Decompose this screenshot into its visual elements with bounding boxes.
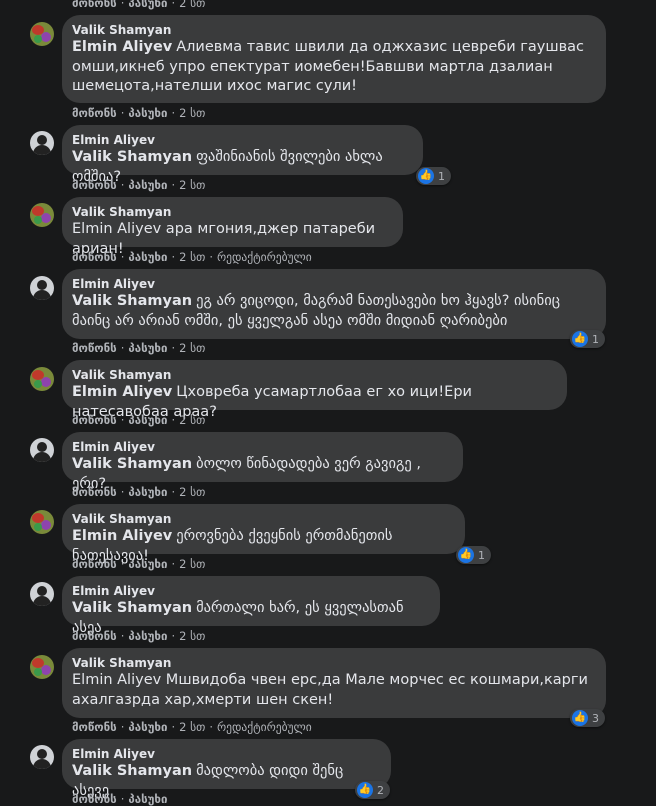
comment-actions: მოწონს · პასუხი · 2 სთ	[72, 557, 206, 571]
comment-author[interactable]: Elmin Aliyev	[72, 276, 594, 292]
comment-author[interactable]: Elmin Aliyev	[72, 439, 451, 455]
comment-time[interactable]: 2 სთ	[179, 485, 205, 499]
avatar[interactable]	[30, 22, 54, 46]
like-link[interactable]: მოწონს	[72, 0, 117, 10]
reply-link[interactable]: პასუხი	[128, 792, 167, 806]
mention-link[interactable]: Valik Shamyan	[72, 149, 192, 165]
comment-actions: მოწონს · პასუხი · 2 სთ	[72, 413, 206, 427]
like-link[interactable]: მოწონს	[72, 250, 117, 264]
comment-author[interactable]: Valik Shamyan	[72, 367, 555, 383]
comment-time[interactable]: 2 სთ	[179, 413, 205, 427]
avatar[interactable]	[30, 582, 54, 606]
like-link[interactable]: მოწონს	[72, 557, 117, 571]
comment-author[interactable]: Valik Shamyan	[72, 655, 594, 671]
comment-text: Elmin Aliyev Мшвидоба чвен ерс,да Мале м…	[72, 672, 588, 708]
comment-time[interactable]: 2 სთ	[179, 250, 205, 264]
mention-link[interactable]: Valik Shamyan	[72, 293, 192, 309]
avatar[interactable]	[30, 745, 54, 769]
avatar[interactable]	[30, 276, 54, 300]
like-link[interactable]: მოწონს	[72, 485, 117, 499]
avatar[interactable]	[30, 438, 54, 462]
comment-text: Valik Shamyan ეგ არ ვიცოდი, მაგრამ ნათესა…	[72, 293, 560, 329]
comment-bubble: Elmin Aliyev Valik Shamyan ფაშინიანის შვი…	[62, 125, 423, 185]
comment-thread: მოწონს · პასუხი · 2 სთ Valik Shamyan Elmin A…	[0, 0, 656, 806]
comment-time[interactable]: 2 სთ	[179, 629, 205, 643]
like-link[interactable]: მოწონს	[72, 178, 117, 192]
like-link[interactable]: მოწონს	[72, 629, 117, 643]
comment-bubble: Elmin Aliyev Valik Shamyan ეგ არ ვიცოდი, …	[62, 269, 606, 339]
avatar[interactable]	[30, 655, 54, 679]
comment-actions: მოწონს · პასუხი · 2 სთ	[72, 485, 206, 499]
comment-time[interactable]: 2 სთ	[179, 178, 205, 192]
reply-link[interactable]: პასუხი	[128, 178, 167, 192]
like-icon: 👍	[572, 710, 588, 726]
comment-bubble: Valik Shamyan Elmin Aliyev ара мгония,дж…	[62, 197, 403, 257]
comment-author[interactable]: Elmin Aliyev	[72, 583, 428, 599]
comment-text: Elmin Aliyev Алиевма тавис швили да оджха…	[72, 39, 585, 94]
reply-link[interactable]: პასუხი	[128, 0, 167, 10]
comment-actions: მოწონს · პასუხი · 2 სთ	[72, 341, 206, 355]
comment-bubble: Valik Shamyan Elmin Aliyev ეროვნება ქვეყნ…	[62, 504, 465, 564]
avatar[interactable]	[30, 203, 54, 227]
like-icon: 👍	[572, 331, 588, 347]
mention-link[interactable]: Valik Shamyan	[72, 763, 192, 779]
comment-bubble: Elmin Aliyev Valik Shamyan ბოლო წინადადებ…	[62, 432, 463, 492]
mention-link[interactable]: Valik Shamyan	[72, 456, 192, 472]
like-icon: 👍	[458, 547, 474, 563]
reaction-count[interactable]: 👍 2	[355, 781, 390, 799]
mention-link[interactable]: Valik Shamyan	[72, 600, 192, 616]
comment-time[interactable]: 2 სთ	[179, 0, 205, 10]
comment-author[interactable]: Valik Shamyan	[72, 511, 453, 527]
reply-link[interactable]: პასუხი	[128, 250, 167, 264]
comment-actions: მოწონს · პასუხი	[72, 792, 168, 806]
like-link[interactable]: მოწონს	[72, 341, 117, 355]
reply-link[interactable]: პასუხი	[128, 485, 167, 499]
reaction-count[interactable]: 👍 1	[456, 546, 491, 564]
avatar[interactable]	[30, 131, 54, 155]
like-link[interactable]: მოწონს	[72, 792, 117, 806]
mention-link[interactable]: Elmin Aliyev	[72, 39, 172, 55]
comment-actions: მოწონს · პასუხი · 2 სთ · რედაქტირებული	[72, 250, 312, 264]
comment-time[interactable]: 2 სთ	[179, 341, 205, 355]
reply-link[interactable]: პასუხი	[128, 413, 167, 427]
comment-bubble: Valik Shamyan Elmin Aliyev Алиевма тавис …	[62, 15, 606, 103]
comment-bubble: Elmin Aliyev Valik Shamyan მართალი ხარ, ე…	[62, 576, 440, 636]
comment-actions: მოწონს · პასუხი · 2 სთ · რედაქტირებული	[72, 720, 312, 734]
comment-author[interactable]: Elmin Aliyev	[72, 132, 411, 148]
comment-time[interactable]: 2 სთ	[179, 106, 205, 120]
reply-link[interactable]: პასუხი	[128, 629, 167, 643]
reaction-count[interactable]: 👍 1	[416, 167, 451, 185]
comment-actions: მოწონს · პასუხი · 2 სთ	[72, 106, 206, 120]
avatar[interactable]	[30, 367, 54, 391]
comment-time[interactable]: 2 სთ	[179, 557, 205, 571]
comment-time[interactable]: 2 სთ	[179, 720, 205, 734]
reply-link[interactable]: პასუხი	[128, 106, 167, 120]
reply-link[interactable]: პასუხი	[128, 720, 167, 734]
mention-link[interactable]: Elmin Aliyev	[72, 384, 172, 400]
reply-link[interactable]: პასუხი	[128, 557, 167, 571]
comment-author[interactable]: Valik Shamyan	[72, 204, 391, 220]
comment-actions: მოწონს · პასუხი · 2 სთ	[72, 0, 205, 10]
comment-actions: მოწონს · პასუხი · 2 სთ	[72, 629, 206, 643]
comment-author[interactable]: Valik Shamyan	[72, 22, 594, 38]
like-link[interactable]: მოწონს	[72, 106, 117, 120]
edited-label[interactable]: რედაქტირებული	[217, 250, 312, 264]
like-link[interactable]: მოწონს	[72, 720, 117, 734]
comment-bubble: Elmin Aliyev Valik Shamyan მადლობა დიდი შ…	[62, 739, 391, 799]
reply-link[interactable]: პასუხი	[128, 341, 167, 355]
reaction-count[interactable]: 👍 3	[570, 709, 605, 727]
comment-bubble: Valik Shamyan Elmin Aliyev Цховреба усама…	[62, 360, 567, 420]
like-icon: 👍	[418, 168, 434, 184]
like-link[interactable]: მოწონს	[72, 413, 117, 427]
comment-author[interactable]: Elmin Aliyev	[72, 746, 379, 762]
reaction-count[interactable]: 👍 1	[570, 330, 605, 348]
mention-link[interactable]: Elmin Aliyev	[72, 528, 172, 544]
avatar[interactable]	[30, 510, 54, 534]
edited-label[interactable]: რედაქტირებული	[217, 720, 312, 734]
comment-actions: მოწონს · პასუხი · 2 სთ	[72, 178, 206, 192]
comment-bubble: Valik Shamyan Elmin Aliyev Мшвидоба чвен…	[62, 648, 606, 718]
